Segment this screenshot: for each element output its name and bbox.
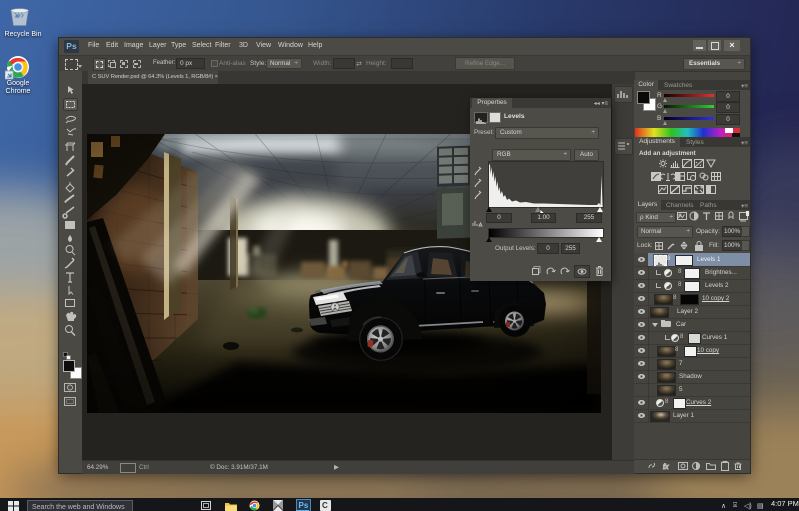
svg-text:fx: fx xyxy=(663,464,669,471)
